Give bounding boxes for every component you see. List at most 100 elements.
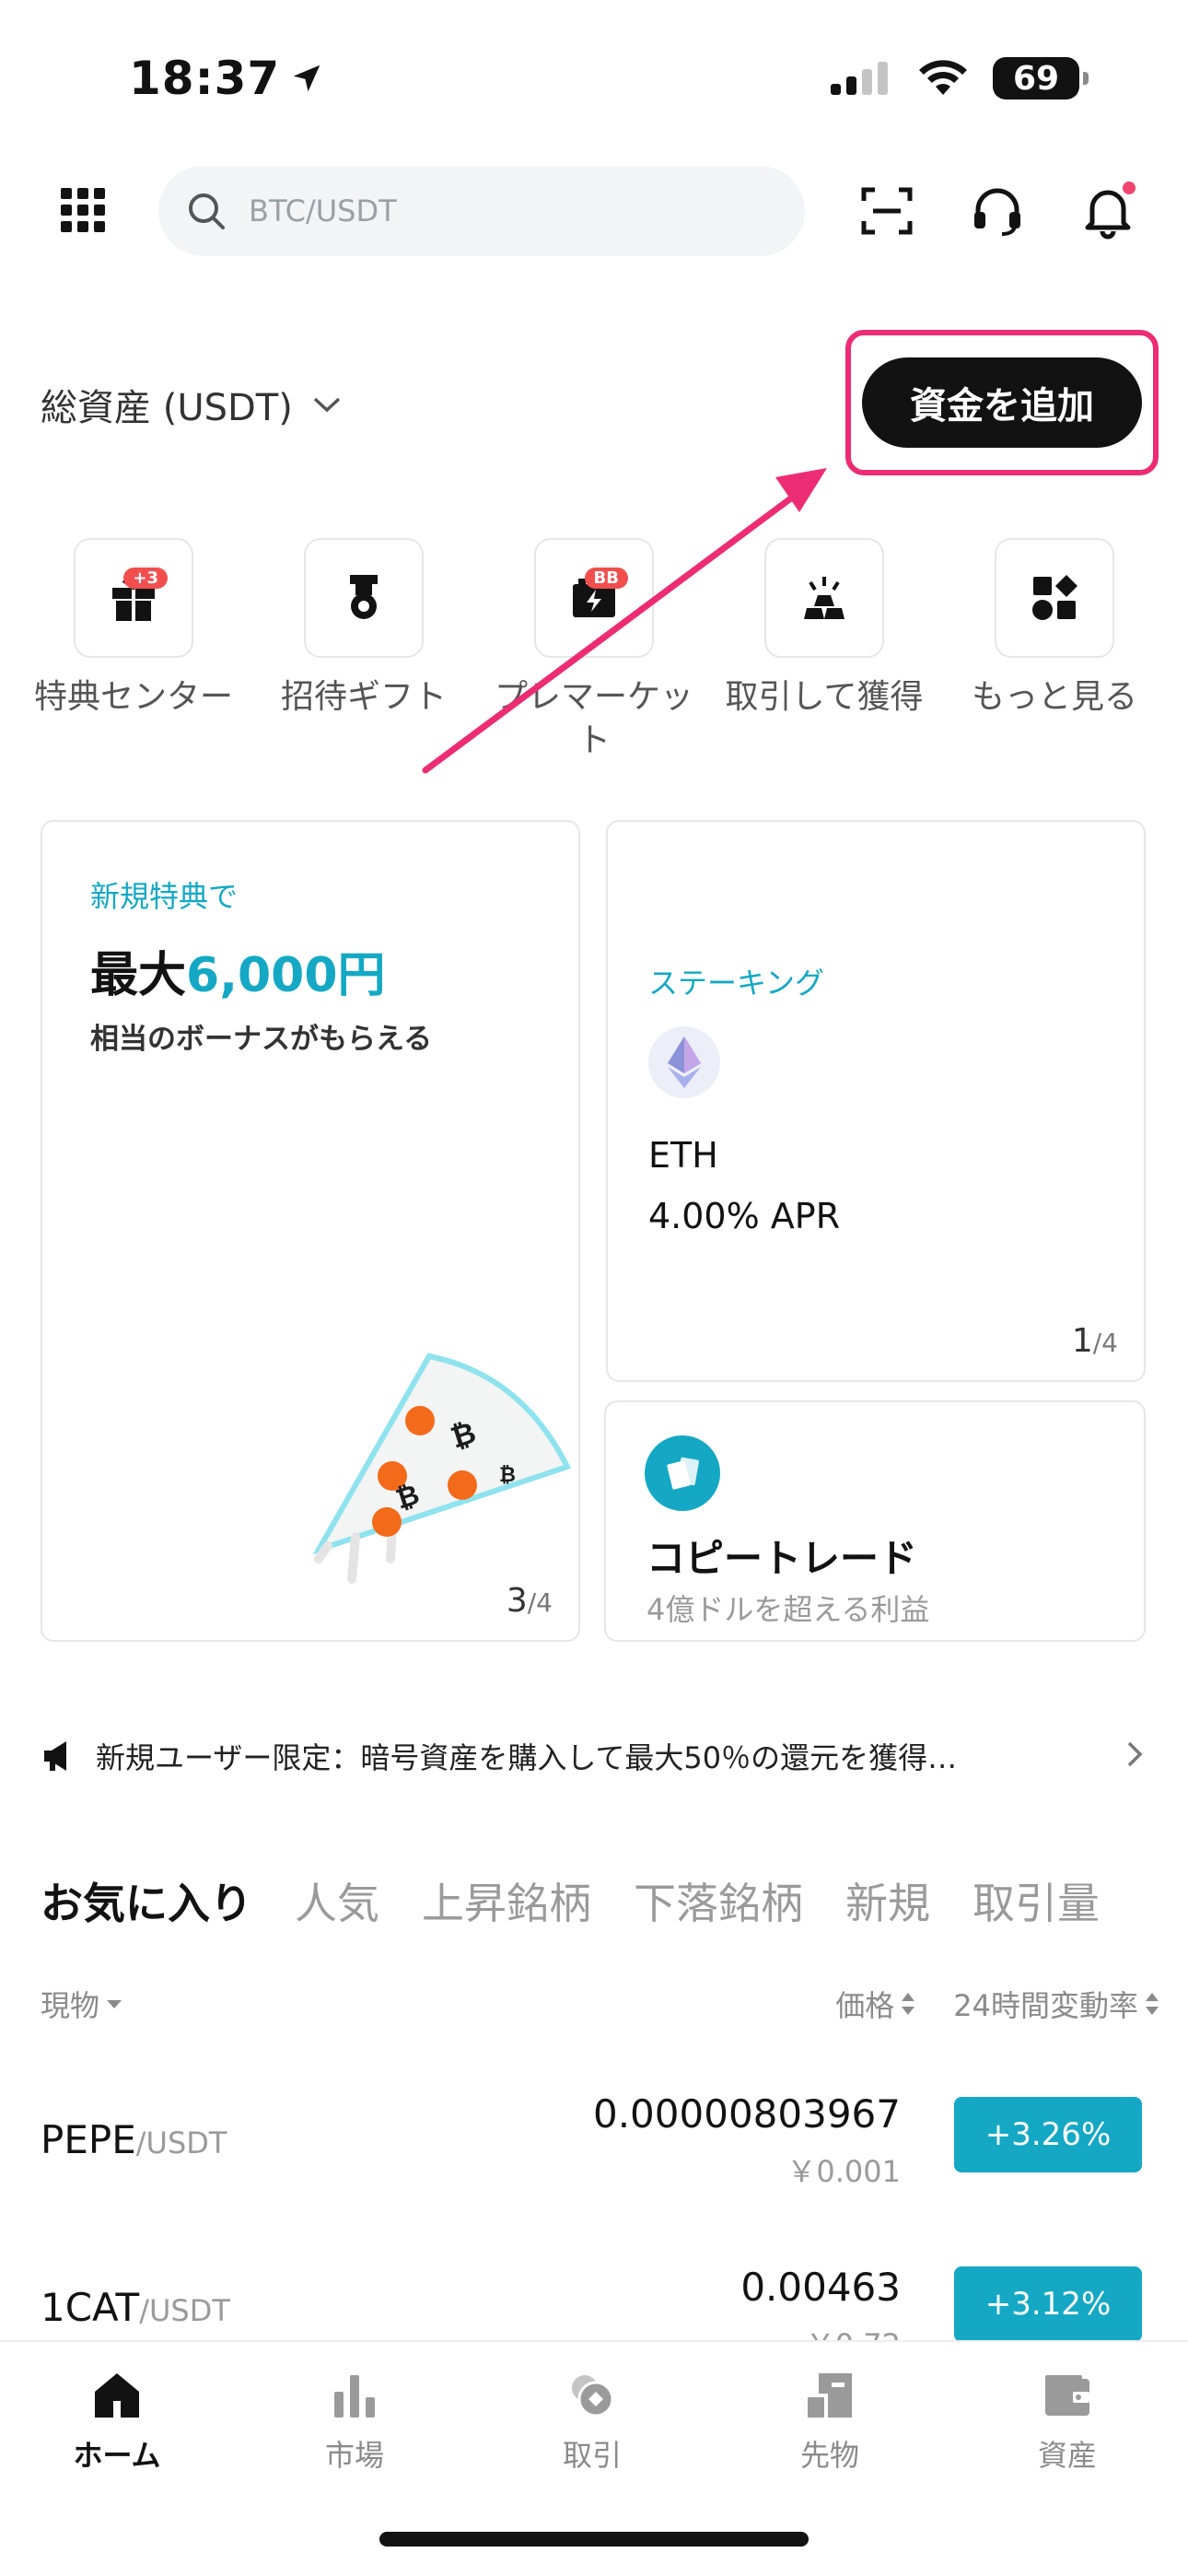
tab-volume[interactable]: 取引量: [973, 1870, 1100, 1931]
home-icon: [95, 2373, 139, 2418]
promo-pager: 3/4: [507, 1582, 553, 1620]
promo-card[interactable]: 新規特典で 最大6,000円 相当のボーナスがもらえる ₿ ₿ ₿ 3/4: [41, 820, 580, 1642]
shortcut-label: 招待ギフト: [280, 678, 447, 716]
nav-label: ホーム: [73, 2438, 161, 2473]
shortcut-label: 取引して獲得: [725, 678, 924, 716]
staking-card[interactable]: ステーキング ETH 4.00% APR 1/4: [606, 820, 1146, 1382]
shortcut-trade-and-earn[interactable]: 取引して獲得: [714, 538, 935, 763]
search-placeholder: BTC/USDT: [249, 193, 397, 228]
apps-grid-icon[interactable]: [57, 184, 109, 236]
shortcut-icon-box: BB: [534, 538, 654, 658]
status-time: 18:37: [129, 52, 324, 105]
megaphone-icon: [44, 1741, 66, 1771]
promo-title: 最大6,000円: [90, 936, 386, 1005]
battery-level: 69: [1012, 59, 1060, 98]
clock-text: 18:37: [129, 52, 281, 105]
battery-icon: 69: [993, 57, 1089, 100]
scan-icon[interactable]: [858, 182, 915, 240]
chevron-down-icon: [313, 397, 341, 413]
trade-icon: [572, 2375, 614, 2418]
wallet-icon: [1045, 2375, 1089, 2416]
medal-icon: [350, 575, 378, 619]
pair-price: 0.00463: [740, 2265, 901, 2310]
change-badge[interactable]: +3.12%: [954, 2266, 1142, 2342]
eth-coin-icon: [648, 1026, 720, 1098]
shortcut-label: 特典センター: [33, 678, 233, 716]
copy-trade-subtitle: 4億ドルを超える利益: [646, 1592, 930, 1627]
column-headers: 価格 24時間変動率: [835, 1983, 1160, 2025]
shortcut-icon-box: [764, 538, 884, 658]
pair-price: 0.00000803967: [592, 2091, 901, 2137]
futures-icon: [808, 2373, 852, 2418]
shortcut-row: +3 特典センター 招待ギフト BB プレマーケット 取引して獲得 もっと見る: [0, 538, 1188, 763]
pair-symbol: PEPE/USDT: [41, 2117, 227, 2162]
sort-icon: [902, 1993, 915, 2015]
sort-price[interactable]: 価格: [835, 1983, 916, 2025]
nav-futures[interactable]: 先物: [738, 2370, 922, 2475]
pair-quote: /USDT: [139, 2293, 230, 2328]
shortcut-label: プレマーケット: [494, 678, 693, 759]
nav-label: 先物: [799, 2438, 859, 2473]
shortcut-label: もっと見る: [971, 678, 1137, 716]
search-input[interactable]: BTC/USDT: [158, 166, 805, 256]
pager-total: /4: [527, 1587, 553, 1618]
shortcut-icon-box: [304, 538, 424, 658]
shortcut-icon-box: +3: [74, 538, 193, 658]
wifi-icon: [919, 60, 967, 95]
notification-bell[interactable]: [1079, 179, 1138, 240]
top-header: BTC/USDT: [0, 157, 1188, 267]
market-chart-icon: [334, 2375, 375, 2418]
status-indicators: 69: [829, 57, 1089, 100]
change-badge[interactable]: +3.26%: [954, 2097, 1142, 2172]
market-type-dropdown[interactable]: 現物: [41, 1983, 123, 2025]
pager-total: /4: [1092, 1328, 1118, 1358]
staking-apr: 4.00% APR: [648, 1196, 841, 1236]
copy-trade-title: コピートレード: [646, 1536, 918, 1581]
tab-gainers[interactable]: 上昇銘柄: [422, 1870, 591, 1931]
nav-label: 取引: [562, 2438, 622, 2473]
price-column-label: 価格: [835, 1988, 895, 2023]
location-arrow-icon: [293, 64, 320, 92]
nav-home[interactable]: ホーム: [25, 2370, 209, 2475]
table-row[interactable]: PEPE/USDT 0.00000803967 ￥0.001 +3.26%: [0, 2062, 1188, 2219]
market-tabs: お気に入り 人気 上昇銘柄 下落銘柄 新規 取引量: [41, 1870, 1100, 1931]
total-assets-selector[interactable]: 総資産 (USDT): [41, 378, 343, 431]
cards-icon: [667, 1457, 699, 1490]
shortcut-pre-market[interactable]: BB プレマーケット: [483, 538, 705, 763]
promo-title-prefix: 最大: [90, 948, 187, 1003]
tab-favorites[interactable]: お気に入り: [41, 1870, 252, 1931]
copy-trade-card[interactable]: コピートレード 4億ドルを超える利益: [604, 1400, 1146, 1642]
market-type-label: 現物: [41, 1988, 100, 2023]
caret-down-icon: [107, 2000, 122, 2008]
announcement-bar[interactable]: 新規ユーザー限定：暗号資産を購入して最大50％の還元を獲得…: [41, 1728, 1146, 1784]
promo-description: 相当のボーナスがもらえる: [90, 1023, 433, 1056]
sort-change[interactable]: 24時間変動率: [953, 1983, 1160, 2025]
chevron-right-icon: [1127, 1741, 1143, 1767]
nav-label: 資産: [1037, 2438, 1097, 2473]
add-funds-button[interactable]: 資金を追加: [862, 357, 1142, 448]
pair-symbol: 1CAT/USDT: [41, 2285, 230, 2330]
sort-icon: [1146, 1993, 1159, 2015]
shapes-icon: [1032, 575, 1077, 620]
nav-trade[interactable]: 取引: [500, 2370, 684, 2475]
pair-quote: /USDT: [135, 2125, 227, 2160]
nav-assets[interactable]: 資産: [975, 2370, 1159, 2475]
ethereum-logo-icon: [668, 1036, 701, 1088]
nav-label: 市場: [324, 2438, 384, 2473]
pair-base: 1CAT: [41, 2285, 140, 2330]
headset-icon[interactable]: [969, 182, 1026, 240]
notification-dot: [1120, 179, 1138, 197]
cellular-signal-icon: [831, 62, 888, 95]
shortcut-rewards-center[interactable]: +3 特典センター: [23, 538, 244, 763]
tab-new[interactable]: 新規: [845, 1870, 930, 1931]
tab-losers[interactable]: 下落銘柄: [634, 1870, 803, 1931]
bitcoin-pizza-illustration: ₿ ₿ ₿: [312, 1352, 572, 1584]
nav-market[interactable]: 市場: [262, 2370, 447, 2475]
shortcut-invite-gift[interactable]: 招待ギフト: [253, 538, 474, 763]
home-indicator: [379, 2532, 809, 2547]
shortcut-more[interactable]: もっと見る: [944, 538, 1165, 763]
copy-trade-icon: [645, 1435, 720, 1511]
gold-bars-icon: [804, 577, 844, 619]
tab-popular[interactable]: 人気: [295, 1870, 379, 1931]
shortcut-badge: BB: [584, 568, 628, 589]
